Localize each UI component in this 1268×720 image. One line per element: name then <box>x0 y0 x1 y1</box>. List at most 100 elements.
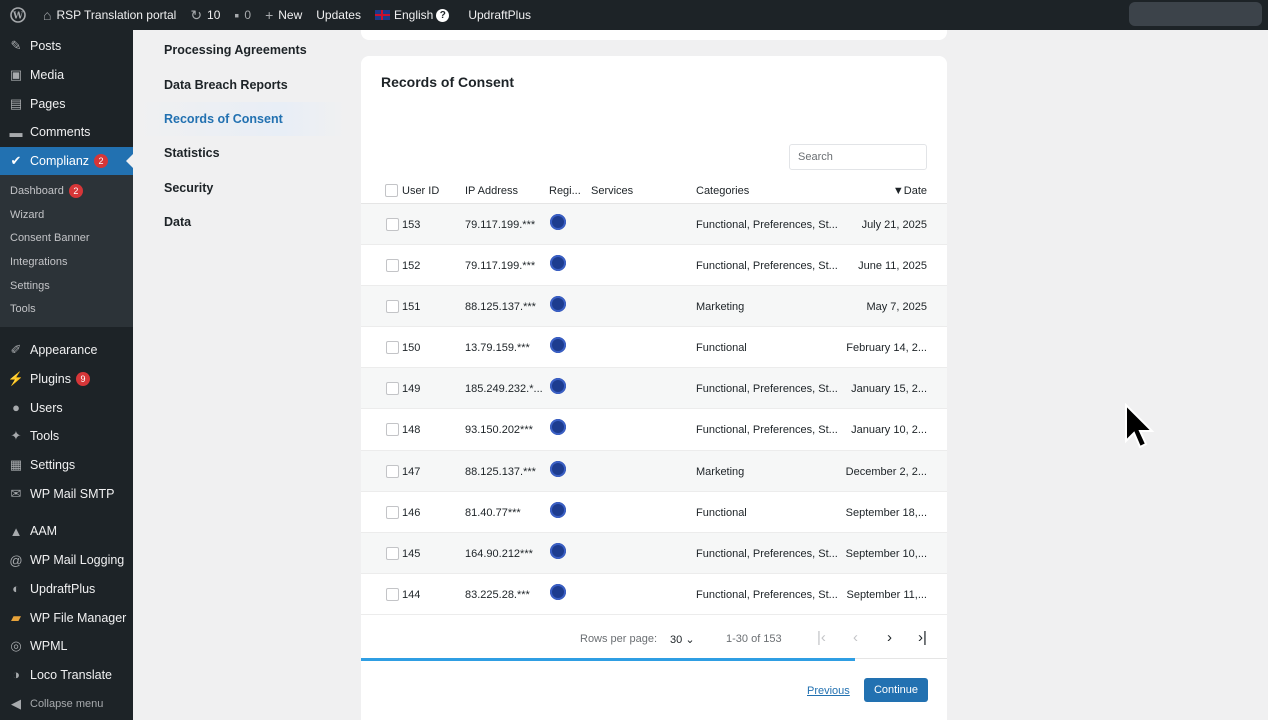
row-checkbox[interactable] <box>386 464 399 478</box>
first-page-icon[interactable]: |‹ <box>817 629 826 646</box>
records-of-consent-card: Records of Consent User ID IP Address Re… <box>361 56 947 720</box>
table-row[interactable]: 150 13.79.159.*** Functional February 14, 2… <box>361 327 947 369</box>
row-checkbox[interactable] <box>386 218 399 231</box>
comments-link[interactable]: ▪ 0 <box>227 0 258 30</box>
search-input[interactable] <box>789 144 927 170</box>
complianz-subnav: Processing Agreements Data Breach Reports… <box>134 30 346 720</box>
col-user-id[interactable]: User ID <box>402 185 439 197</box>
next-page-icon[interactable]: › <box>887 629 892 646</box>
user-id-cell: 149 <box>402 383 421 396</box>
submenu-item-tools[interactable]: Tools <box>0 297 133 321</box>
table-row[interactable]: 152 79.117.199.*** Functional, Preferences… <box>361 245 947 287</box>
menu-item-updraftplus[interactable]: ◐ UpdraftPlus <box>0 575 133 604</box>
rows-per-page-select[interactable]: 30 ⌄ <box>670 633 695 646</box>
table-row[interactable]: 146 81.40.77*** Functional September 18,... <box>361 492 947 533</box>
row-checkbox[interactable] <box>386 546 399 560</box>
subnav-processing-agreements[interactable]: Processing Agreements <box>134 33 346 67</box>
notification-badge: 9 <box>76 372 90 387</box>
mouse-cursor-icon <box>1125 403 1155 449</box>
row-checkbox[interactable] <box>386 587 399 601</box>
select-all-checkbox[interactable] <box>385 184 398 197</box>
submenu-item-integrations[interactable]: Integrations <box>0 250 133 274</box>
svg-text:W: W <box>12 12 24 22</box>
subnav-data-breach-reports[interactable]: Data Breach Reports <box>134 67 346 101</box>
row-checkbox[interactable] <box>386 341 399 355</box>
submenu-item-wizard[interactable]: Wizard <box>0 203 133 227</box>
table-row[interactable]: 151 88.125.137.*** Marketing May 7, 2025 <box>361 286 947 328</box>
submenu-item-settings[interactable]: Settings <box>0 274 133 298</box>
menu-item-complianz[interactable]: ✔ Complianz 2 <box>0 146 133 176</box>
user-id-cell: 151 <box>402 301 421 314</box>
card-title: Records of Consent <box>381 74 515 90</box>
date-cell: September 18,... <box>845 506 927 519</box>
translate-icon: ◑ <box>12 667 20 683</box>
menu-item-posts[interactable]: ✎ Posts <box>0 32 133 61</box>
menu-item-media[interactable]: ▣ Media <box>0 61 133 90</box>
eu-region-icon <box>550 378 566 395</box>
menu-item-tools[interactable]: ✦ Tools <box>0 422 133 451</box>
row-checkbox[interactable] <box>386 505 399 519</box>
menu-item-wp-mail-logging[interactable]: @ WP Mail Logging <box>0 546 133 575</box>
ip-address-cell: 185.249.232.*... <box>465 383 543 396</box>
categories-cell: Functional, Preferences, St... <box>696 219 838 231</box>
eu-region-icon <box>550 501 566 518</box>
row-checkbox[interactable] <box>386 300 399 314</box>
menu-item-aam[interactable]: ▲ AAM <box>0 517 133 546</box>
col-ip-address[interactable]: IP Address <box>465 185 518 197</box>
menu-item-wpml[interactable]: ◎ WPML <box>0 632 133 661</box>
submenu-item-dashboard[interactable]: Dashboard 2 <box>0 179 133 203</box>
menu-item-wp-file-manager[interactable]: ▰ WP File Manager <box>0 603 133 632</box>
table-row[interactable]: 145 164.90.212*** Functional, Preferences,… <box>361 532 947 574</box>
ip-address-cell: 79.117.199.*** <box>465 219 536 231</box>
table-row[interactable]: 144 83.225.28.*** Functional, Preferences,… <box>361 574 947 615</box>
col-categories[interactable]: Categories <box>696 185 749 197</box>
plus-icon: + <box>265 7 274 23</box>
menu-item-comments[interactable]: ▬ Comments <box>0 118 133 147</box>
language-switcher[interactable]: English? <box>368 0 456 30</box>
menu-item-plugins[interactable]: ⚡ Plugins 9 <box>0 365 133 394</box>
ip-address-cell: 81.40.77*** <box>465 506 521 519</box>
table-row[interactable]: 147 88.125.137.*** Marketing December 2, 2.… <box>361 450 947 492</box>
col-date-sorted[interactable]: ▼Date <box>893 185 927 197</box>
date-cell: December 2, 2... <box>845 465 927 478</box>
folder-icon: ▰ <box>11 609 21 625</box>
menu-item-loco-translate[interactable]: ◑ Loco Translate <box>0 661 133 690</box>
subnav-data[interactable]: Data <box>134 205 346 239</box>
menu-item-pages[interactable]: ▤ Pages <box>0 89 133 118</box>
menu-item-settings[interactable]: ▦ Settings <box>0 451 133 480</box>
previous-link[interactable]: Previous <box>807 685 850 697</box>
wordpress-logo[interactable]: W <box>0 0 36 30</box>
subnav-security[interactable]: Security <box>134 171 346 205</box>
table-row[interactable]: 149 185.249.232.*... Functional, Preferenc… <box>361 368 947 410</box>
updraftplus-link[interactable]: UpdraftPlus <box>456 0 538 30</box>
menu-item-collapse-menu[interactable]: ◀ Collapse menu <box>0 689 133 718</box>
prev-page-icon[interactable]: ‹ <box>853 629 858 646</box>
account-menu[interactable] <box>1129 2 1262 26</box>
row-checkbox[interactable] <box>386 423 399 437</box>
menu-item-appearance[interactable]: ✐ Appearance <box>0 336 133 365</box>
updates-menu-link[interactable]: Updates <box>309 0 368 30</box>
check-icon: ✔ <box>10 153 22 169</box>
date-cell: February 14, 2... <box>846 342 927 355</box>
last-page-icon[interactable]: ›| <box>918 629 927 646</box>
date-cell: June 11, 2025 <box>858 260 927 273</box>
row-checkbox[interactable] <box>386 382 399 396</box>
table-row[interactable]: 148 93.150.202*** Functional, Preferences,… <box>361 409 947 451</box>
table-row[interactable]: 153 79.117.199.*** Functional, Preferences… <box>361 204 947 246</box>
date-cell: January 15, 2... <box>851 383 927 396</box>
menu-item-users[interactable]: ● Users <box>0 393 133 422</box>
subnav-statistics[interactable]: Statistics <box>134 136 346 170</box>
updates-link[interactable]: ↻ 10 <box>183 0 227 30</box>
row-checkbox[interactable] <box>386 259 399 273</box>
col-services[interactable]: Services <box>591 185 633 197</box>
submenu-item-consent-banner[interactable]: Consent Banner <box>0 227 133 251</box>
col-region[interactable]: Regi... <box>549 185 581 197</box>
subnav-records-of-consent[interactable]: Records of Consent <box>134 101 346 137</box>
site-name-link[interactable]: ⌂ RSP Translation portal <box>36 0 183 30</box>
help-icon[interactable]: ? <box>436 8 450 22</box>
table-header: User ID IP Address Regi... Services Cate… <box>361 178 947 204</box>
new-content-link[interactable]: + New <box>258 0 309 30</box>
pagination: Rows per page: 30 ⌄ 1-30 of 153 |‹ ‹ › ›… <box>361 624 947 656</box>
continue-button[interactable]: Continue <box>864 678 928 702</box>
menu-item-wp-mail-smtp[interactable]: ✉ WP Mail SMTP <box>0 479 133 508</box>
